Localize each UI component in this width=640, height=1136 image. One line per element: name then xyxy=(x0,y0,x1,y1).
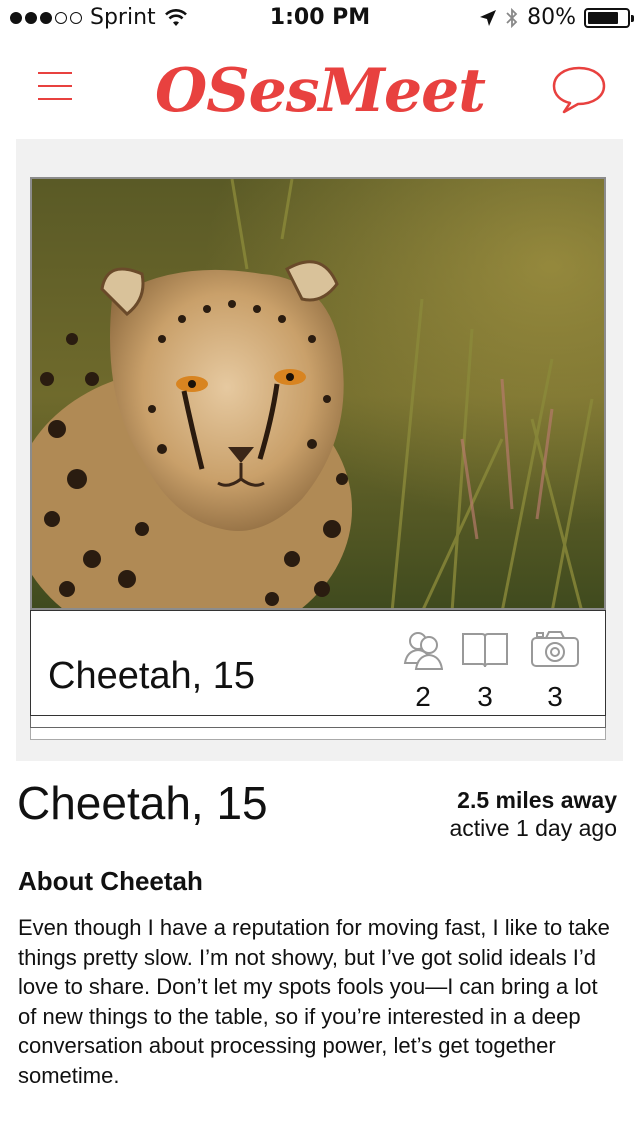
card-stack-edge xyxy=(30,728,606,740)
profile-last-active: active 1 day ago xyxy=(449,815,617,841)
profile-distance: 2.5 miles away xyxy=(457,787,617,813)
app-logo: OSesMeet xyxy=(154,56,486,126)
status-bar: Sprint 1:00 PM 80% xyxy=(0,0,640,38)
about-text: Even though I have a reputation for movi… xyxy=(18,915,610,1088)
speech-bubble-icon xyxy=(552,66,606,114)
stat-photos-count: 3 xyxy=(547,681,563,712)
profile-name-age: Cheetah, 15 xyxy=(17,777,268,829)
profile-card-panel: Cheetah, 15 2 3 3 xyxy=(16,139,623,761)
card-stack-edge xyxy=(30,716,606,728)
stat-books-count: 3 xyxy=(477,681,493,712)
battery-icon xyxy=(584,7,634,28)
status-right: 80% xyxy=(479,5,634,30)
stat-friends[interactable]: 2 xyxy=(397,629,449,713)
profile-photo[interactable] xyxy=(30,177,606,610)
location-arrow-icon xyxy=(480,9,497,26)
card-name-age: Cheetah, 15 xyxy=(48,655,256,697)
cheetah-photo-illustration xyxy=(32,179,604,608)
stat-photos[interactable]: 3 xyxy=(529,629,581,713)
card-info-box[interactable]: Cheetah, 15 2 3 3 xyxy=(30,610,606,716)
stat-friends-count: 2 xyxy=(415,681,431,712)
book-icon xyxy=(462,633,508,668)
bluetooth-icon xyxy=(506,7,518,28)
about-heading: About Cheetah xyxy=(18,866,203,896)
stat-books[interactable]: 3 xyxy=(459,629,511,713)
camera-icon xyxy=(531,631,579,667)
friends-icon xyxy=(403,632,443,670)
app-header: OSesMeet xyxy=(0,38,640,138)
battery-percent: 80% xyxy=(527,5,576,30)
chat-button[interactable] xyxy=(550,64,608,116)
battery-fill xyxy=(588,11,619,24)
